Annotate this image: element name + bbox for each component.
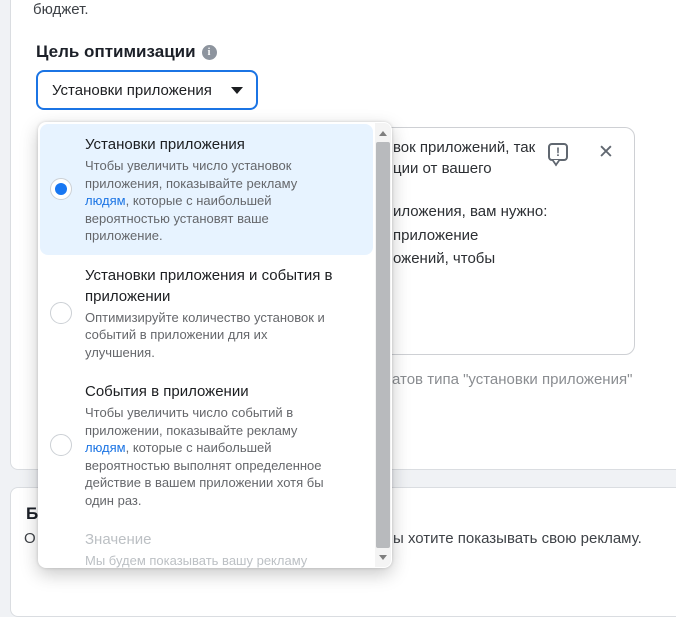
results-type-text-fragment: атов типа "установки приложения" bbox=[392, 371, 632, 388]
dropdown-selected-value: Установки приложения bbox=[52, 82, 212, 99]
feedback-exclamation-icon[interactable]: ! bbox=[548, 143, 568, 161]
panel-text-fragment: иложения, вам нужно: bbox=[393, 203, 547, 220]
budget-section-heading-fragment: Б bbox=[26, 504, 38, 524]
option-title: События в приложении bbox=[85, 381, 367, 402]
page: бюджет. Цель оптимизации i Установки при… bbox=[0, 0, 676, 585]
optimization-goal-header: Цель оптимизации i bbox=[36, 42, 217, 62]
people-link[interactable]: людям bbox=[85, 193, 126, 208]
desc-text: Мы будем показывать вашу рекламу bbox=[85, 553, 307, 568]
info-icon[interactable]: i bbox=[202, 45, 217, 60]
budget-section-desc-fragment: О bbox=[24, 530, 36, 547]
triangle-down-icon bbox=[379, 555, 387, 560]
chevron-down-icon bbox=[231, 87, 243, 94]
triangle-up-icon bbox=[379, 131, 387, 136]
option-description: Чтобы увеличить число событий в приложен… bbox=[85, 404, 337, 509]
panel-text-fragment: приложение bbox=[393, 227, 478, 244]
panel-text-fragment: ожений, чтобы bbox=[393, 250, 495, 267]
option-title: Установки приложения bbox=[85, 134, 367, 155]
optimization-goal-label: Цель оптимизации bbox=[36, 42, 196, 62]
budget-sentence-fragment: бюджет. bbox=[33, 1, 89, 18]
desc-text: Чтобы увеличить число установок приложен… bbox=[85, 158, 297, 191]
radio-dot bbox=[55, 183, 67, 195]
option-title: Установки приложения и события в приложе… bbox=[85, 265, 367, 307]
scroll-down-arrow-icon[interactable] bbox=[375, 549, 391, 565]
panel-text-fragment: вок приложений, так bbox=[393, 139, 535, 156]
option-description: Мы будем показывать вашу рекламу людям, … bbox=[85, 552, 337, 568]
scroll-up-arrow-icon[interactable] bbox=[375, 125, 391, 141]
radio-unselected[interactable] bbox=[50, 302, 72, 324]
optimization-goal-dropdown-trigger[interactable]: Установки приложения bbox=[36, 70, 258, 110]
radio-unselected[interactable] bbox=[50, 434, 72, 456]
optimization-goal-dropdown-menu: Установки приложения Чтобы увеличить чис… bbox=[38, 122, 392, 568]
option-app-installs[interactable]: Установки приложения Чтобы увеличить чис… bbox=[40, 124, 373, 255]
radio-selected[interactable] bbox=[50, 178, 72, 200]
dropdown-scrollbar[interactable] bbox=[375, 123, 391, 567]
panel-text-fragment: ции от вашего bbox=[393, 160, 492, 177]
budget-section-desc-fragment: ы хотите показывать свою рекламу. bbox=[393, 530, 642, 547]
option-description: Оптимизируйте количество установок и соб… bbox=[85, 309, 337, 362]
close-icon[interactable]: ✕ bbox=[594, 140, 618, 164]
people-link[interactable]: людям bbox=[85, 440, 126, 455]
option-app-events[interactable]: События в приложении Чтобы увеличить чис… bbox=[40, 371, 373, 519]
option-title: Значение bbox=[85, 529, 367, 550]
option-description: Чтобы увеличить число установок приложен… bbox=[85, 157, 337, 245]
option-app-installs-and-events[interactable]: Установки приложения и события в приложе… bbox=[40, 255, 373, 372]
desc-text: Чтобы увеличить число событий в приложен… bbox=[85, 405, 297, 438]
option-value[interactable]: Значение Мы будем показывать вашу реклам… bbox=[40, 519, 373, 568]
desc-text: Оптимизируйте количество установок и соб… bbox=[85, 310, 325, 360]
scrollbar-thumb[interactable] bbox=[376, 142, 390, 548]
